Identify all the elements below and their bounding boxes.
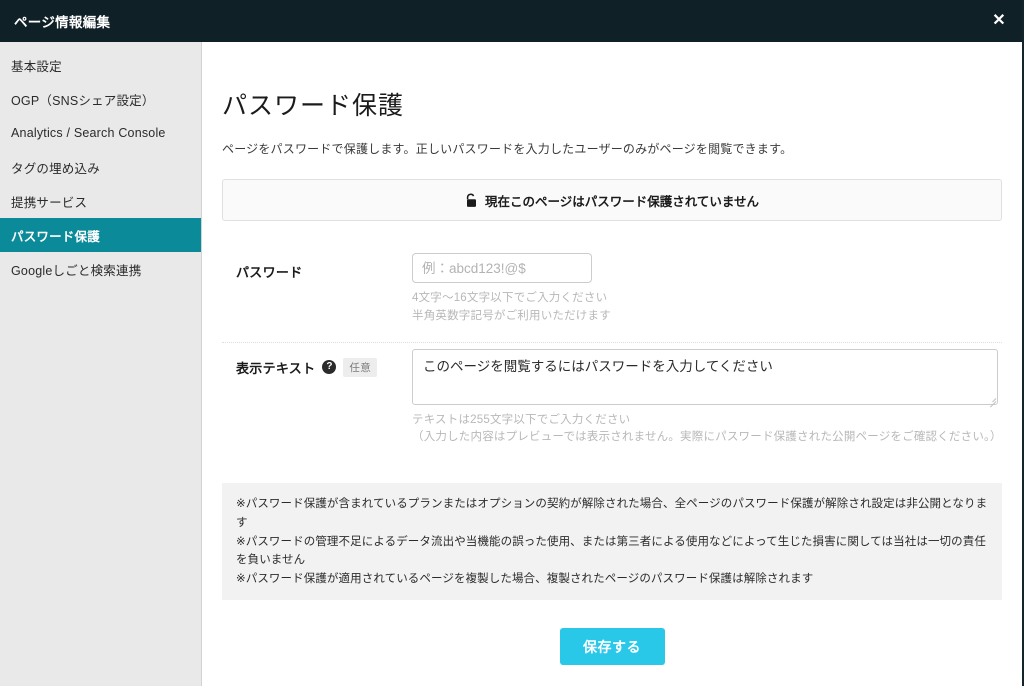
sidebar-item-partner-services[interactable]: 提携サービス bbox=[0, 184, 201, 218]
password-label-col: パスワード bbox=[222, 253, 412, 281]
sidebar-item-ogp[interactable]: OGP（SNSシェア設定） bbox=[0, 82, 201, 116]
password-input[interactable] bbox=[412, 253, 592, 283]
display-text-label: 表示テキスト bbox=[236, 360, 316, 376]
help-icon[interactable]: ? bbox=[322, 360, 337, 375]
notice-line: ※パスワードの管理不足によるデータ流出や当機能の誤った使用、または第三者による使… bbox=[236, 535, 986, 567]
display-text-form-row: 表示テキスト ? 任意 テキストは255文字以下でご入力ください （入力した内容… bbox=[222, 343, 1002, 464]
display-text-hint-line-1: テキストは255文字以下でご入力ください bbox=[412, 413, 631, 426]
sidebar-item-tag-embed[interactable]: タグの埋め込み bbox=[0, 150, 201, 184]
display-text-textarea[interactable] bbox=[412, 348, 998, 405]
page-title: パスワード保護 bbox=[222, 92, 405, 120]
close-icon[interactable]: ✕ bbox=[976, 0, 1022, 42]
display-text-field-col: テキストは255文字以下でご入力ください （入力した内容はプレビューでは表示され… bbox=[412, 348, 1002, 448]
display-text-textarea-wrap bbox=[412, 348, 998, 408]
save-button-wrap: 保存する bbox=[222, 628, 1002, 666]
save-button[interactable]: 保存する bbox=[559, 628, 665, 666]
sidebar-item-basic-settings[interactable]: 基本設定 bbox=[0, 48, 201, 82]
display-text-label-col: 表示テキスト ? 任意 bbox=[222, 349, 412, 377]
modal-title: ページ情報編集 bbox=[14, 15, 111, 30]
password-hint: 4文字〜16文字以下でご入力ください 半角英数字記号がご利用いただけます bbox=[412, 290, 1002, 326]
protection-status-banner: 現在このページはパスワード保護されていません bbox=[222, 179, 1002, 221]
page-info-edit-modal: ページ情報編集 ✕ 基本設定 OGP（SNSシェア設定） Analytics /… bbox=[0, 0, 1024, 686]
password-field-col: 4文字〜16文字以下でご入力ください 半角英数字記号がご利用いただけます bbox=[412, 253, 1002, 326]
content-panel: パスワード保護 ページをパスワードで保護します。正しいパスワードを入力したユーザ… bbox=[202, 42, 1022, 686]
page-description: ページをパスワードで保護します。正しいパスワードを入力したユーザーのみがページを… bbox=[222, 142, 793, 156]
modal-header: ページ情報編集 ✕ bbox=[0, 0, 1022, 42]
notice-line: ※パスワード保護が含まれているプランまたはオプションの契約が解除された場合、全ペ… bbox=[236, 498, 988, 529]
password-form-row: パスワード 4文字〜16文字以下でご入力ください 半角英数字記号がご利用いただけ… bbox=[222, 247, 1002, 343]
sidebar: 基本設定 OGP（SNSシェア設定） Analytics / Search Co… bbox=[0, 42, 202, 686]
display-text-hint-line-2: （入力した内容はプレビューでは表示されません。実際にパスワード保護された公開ペー… bbox=[412, 431, 1002, 444]
display-text-hint: テキストは255文字以下でご入力ください （入力した内容はプレビューでは表示され… bbox=[412, 412, 1002, 448]
password-hint-line-2: 半角英数字記号がご利用いただけます bbox=[412, 309, 611, 322]
sidebar-item-analytics-search-console[interactable]: Analytics / Search Console bbox=[0, 116, 201, 150]
modal-body: 基本設定 OGP（SNSシェア設定） Analytics / Search Co… bbox=[0, 42, 1022, 686]
password-hint-line-1: 4文字〜16文字以下でご入力ください bbox=[412, 292, 608, 304]
sidebar-item-password-protection[interactable]: パスワード保護 bbox=[0, 218, 201, 252]
notice-line: ※パスワード保護が適用されているページを複製した場合、複製されたページのパスワー… bbox=[236, 572, 814, 585]
password-label: パスワード bbox=[236, 265, 303, 280]
optional-badge: 任意 bbox=[343, 357, 378, 377]
notice-box: ※パスワード保護が含まれているプランまたはオプションの契約が解除された場合、全ペ… bbox=[222, 483, 1002, 601]
unlock-icon bbox=[465, 193, 478, 208]
sidebar-item-google-job-search[interactable]: Googleしごと検索連携 bbox=[0, 252, 201, 286]
protection-status-text: 現在このページはパスワード保護されていません bbox=[484, 194, 759, 209]
